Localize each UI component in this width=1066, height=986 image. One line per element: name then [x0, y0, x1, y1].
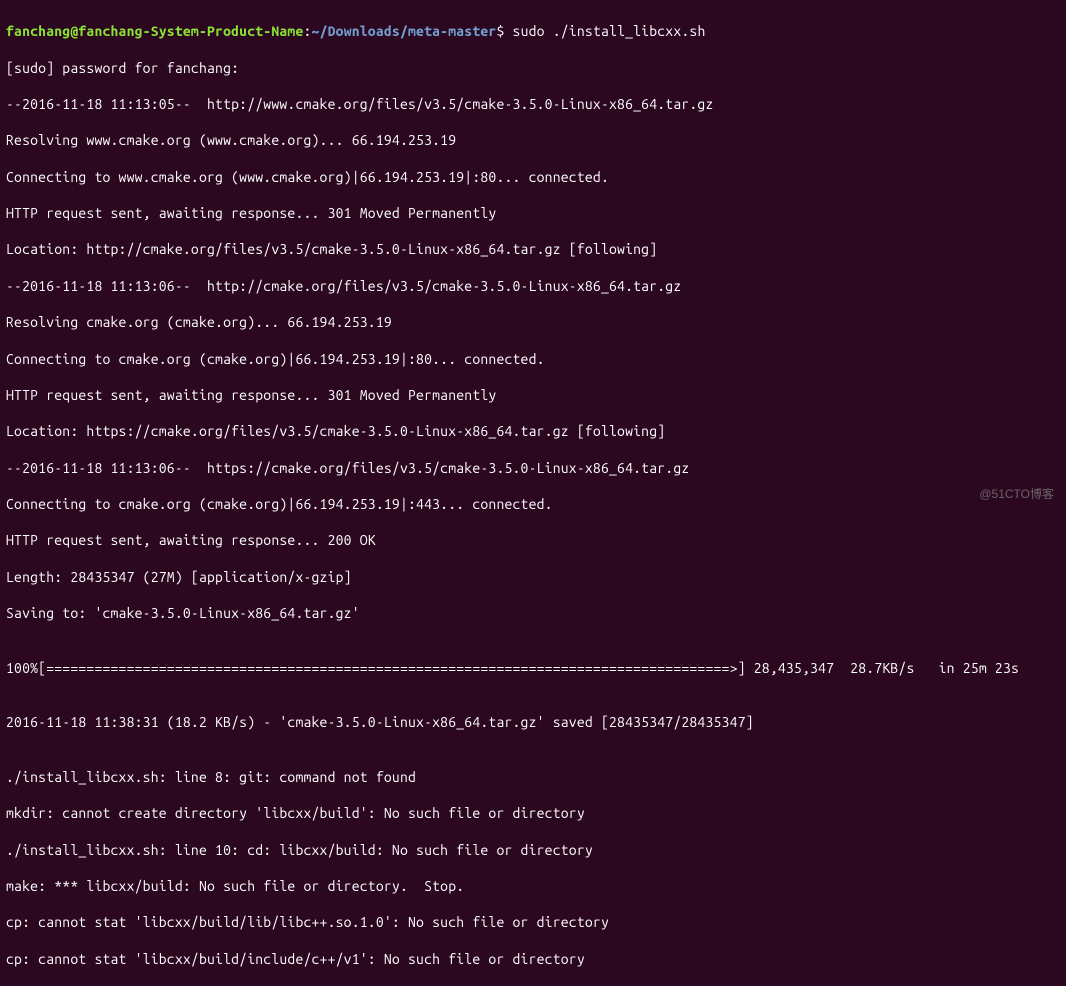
terminal-output[interactable]: fanchang@fanchang-System-Product-Name:~/…: [6, 4, 1060, 986]
output-line: Location: https://cmake.org/files/v3.5/c…: [6, 422, 1060, 440]
output-line: HTTP request sent, awaiting response... …: [6, 531, 1060, 549]
prompt-path: ~/Downloads/meta-master: [312, 23, 497, 39]
prompt-line: fanchang@fanchang-System-Product-Name:~/…: [6, 22, 1060, 40]
error-line: make: *** libcxx/build: No such file or …: [6, 877, 1060, 895]
error-line: ./install_libcxx.sh: line 8: git: comman…: [6, 768, 1060, 786]
command-text: sudo ./install_libcxx.sh: [513, 23, 706, 39]
output-line: Saving to: 'cmake-3.5.0-Linux-x86_64.tar…: [6, 604, 1060, 622]
output-line: Resolving cmake.org (cmake.org)... 66.19…: [6, 313, 1060, 331]
output-line: 2016-11-18 11:38:31 (18.2 KB/s) - 'cmake…: [6, 713, 1060, 731]
progress-line: 100%[===================================…: [6, 659, 1060, 677]
output-line: HTTP request sent, awaiting response... …: [6, 204, 1060, 222]
output-line: Resolving www.cmake.org (www.cmake.org).…: [6, 131, 1060, 149]
error-line: mkdir: cannot create directory 'libcxx/b…: [6, 804, 1060, 822]
output-line: --2016-11-18 11:13:06-- https://cmake.or…: [6, 459, 1060, 477]
prompt-dollar: $: [496, 23, 504, 39]
output-line: Connecting to www.cmake.org (www.cmake.o…: [6, 168, 1060, 186]
watermark-text: @51CTO博客: [979, 487, 1054, 503]
output-line: HTTP request sent, awaiting response... …: [6, 386, 1060, 404]
error-line: cp: cannot stat 'libcxx/build/lib/libc++…: [6, 913, 1060, 931]
output-line: Location: http://cmake.org/files/v3.5/cm…: [6, 240, 1060, 258]
output-line: --2016-11-18 11:13:05-- http://www.cmake…: [6, 95, 1060, 113]
error-line: cp: cannot stat 'libcxx/build/include/c+…: [6, 950, 1060, 968]
output-line: [sudo] password for fanchang:: [6, 59, 1060, 77]
output-line: Length: 28435347 (27M) [application/x-gz…: [6, 568, 1060, 586]
error-line: ./install_libcxx.sh: line 10: cd: libcxx…: [6, 841, 1060, 859]
output-line: Connecting to cmake.org (cmake.org)|66.1…: [6, 350, 1060, 368]
output-line: --2016-11-18 11:13:06-- http://cmake.org…: [6, 277, 1060, 295]
prompt-sep: :: [303, 23, 311, 39]
prompt-user-host: fanchang@fanchang-System-Product-Name: [6, 23, 303, 39]
